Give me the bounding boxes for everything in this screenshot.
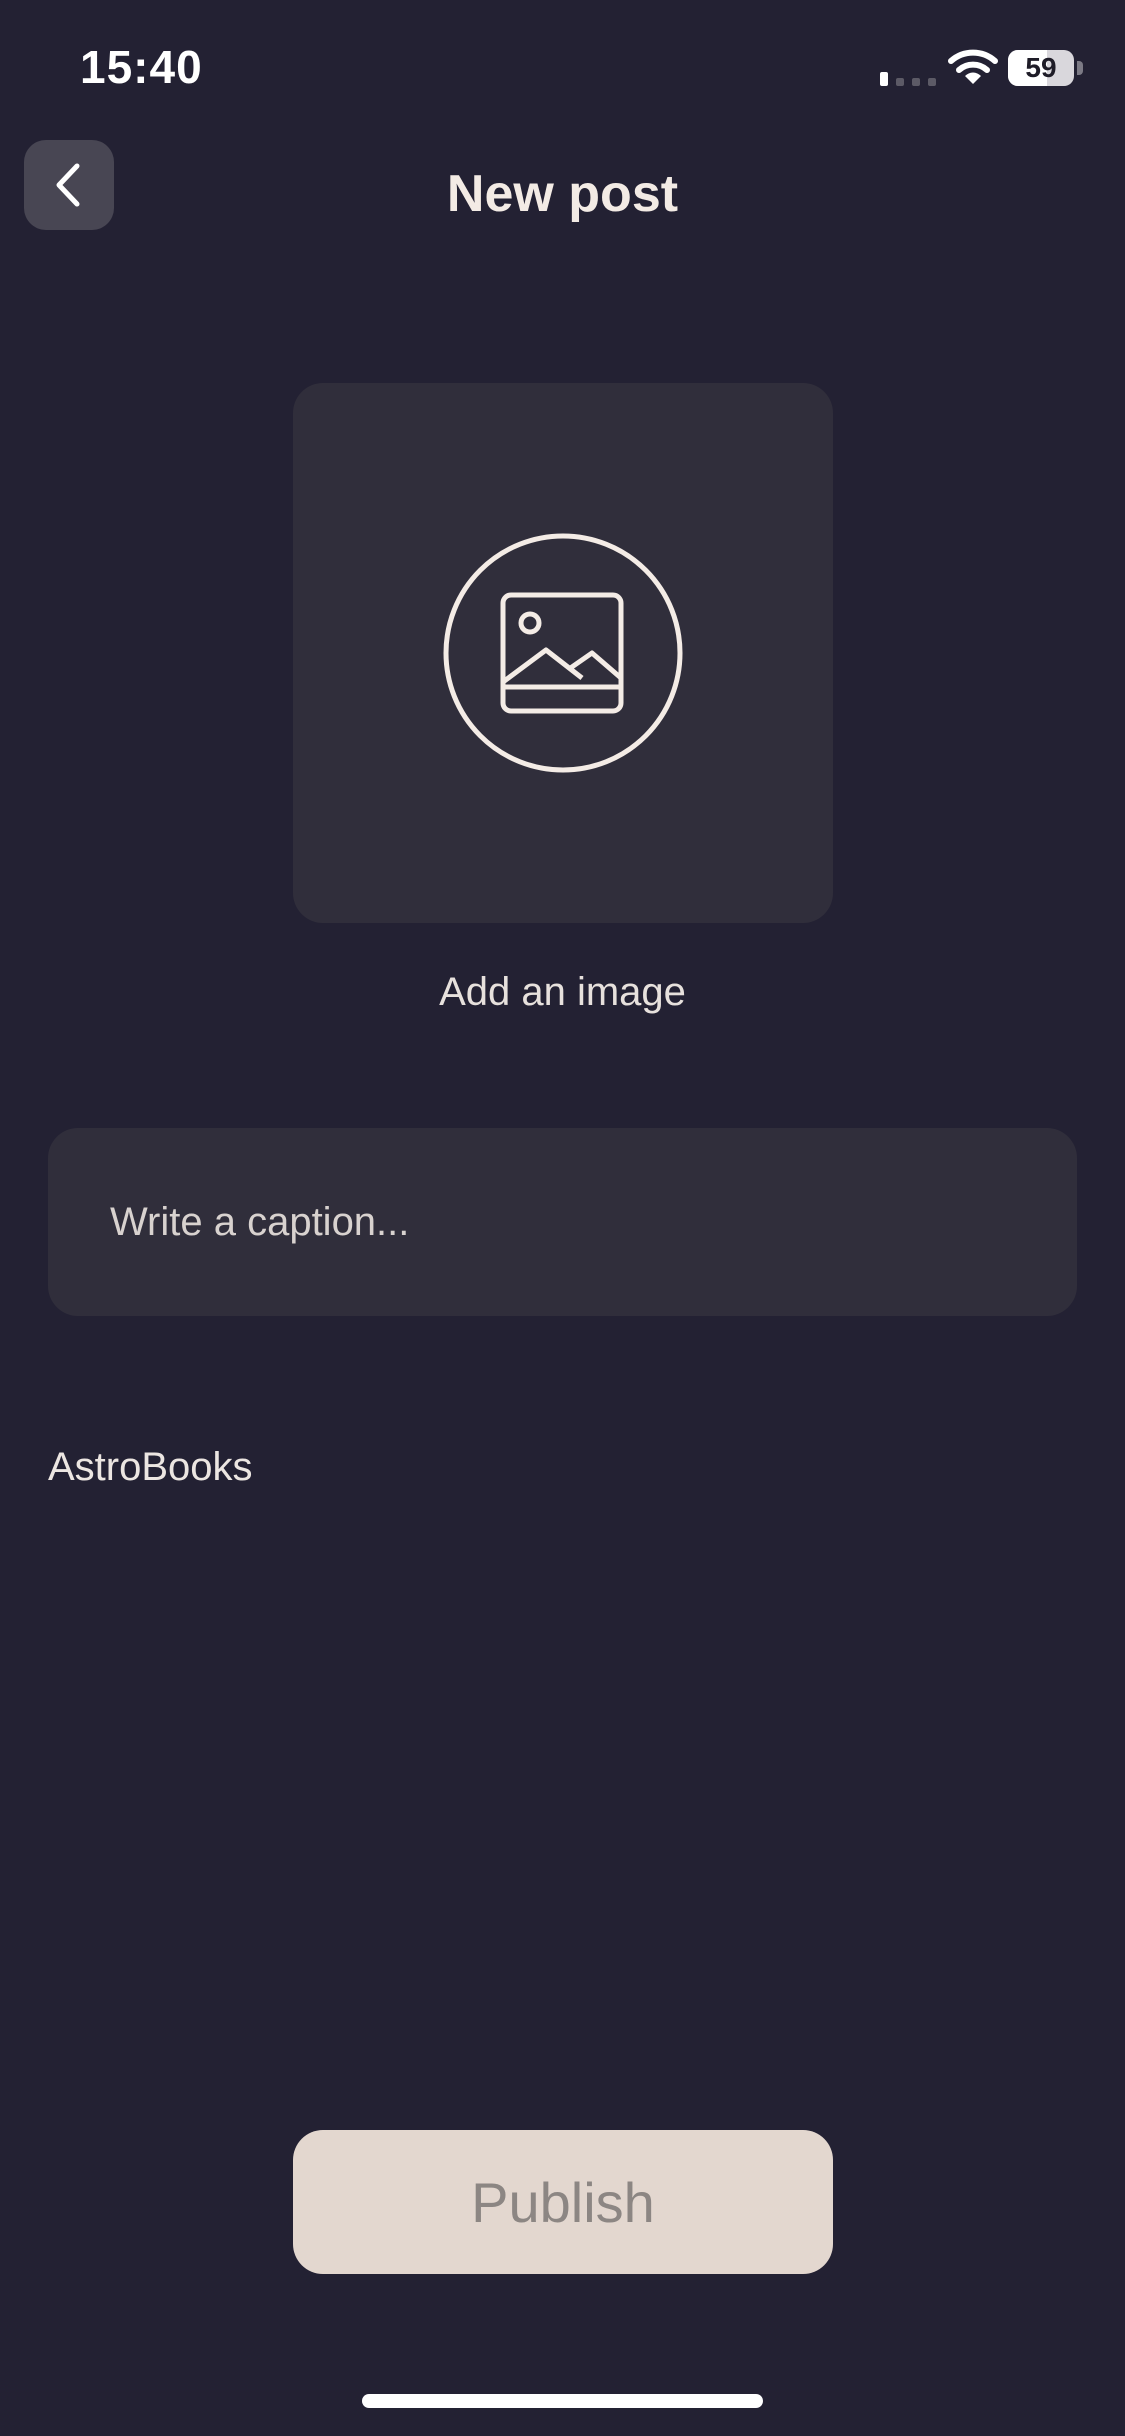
publish-button[interactable]: Publish [293, 2130, 833, 2274]
page-title: New post [446, 165, 679, 223]
status-bar: 15:40 59 [0, 0, 1125, 140]
community-label: AstroBooks [48, 1445, 253, 1489]
add-image-label[interactable]: Add an image [0, 970, 1125, 1015]
image-picker[interactable] [293, 383, 833, 923]
caption-input[interactable] [108, 1198, 1017, 1246]
status-time: 15:40 [80, 41, 203, 93]
caption-field[interactable] [48, 1128, 1077, 1316]
wifi-icon [948, 49, 998, 84]
image-placeholder-icon [443, 533, 683, 773]
battery-level: 59 [1025, 52, 1057, 83]
home-indicator [362, 2394, 763, 2408]
cellular-signal-icon [880, 72, 936, 86]
battery-tip [1077, 61, 1083, 75]
battery-icon: 59 [1008, 50, 1074, 86]
